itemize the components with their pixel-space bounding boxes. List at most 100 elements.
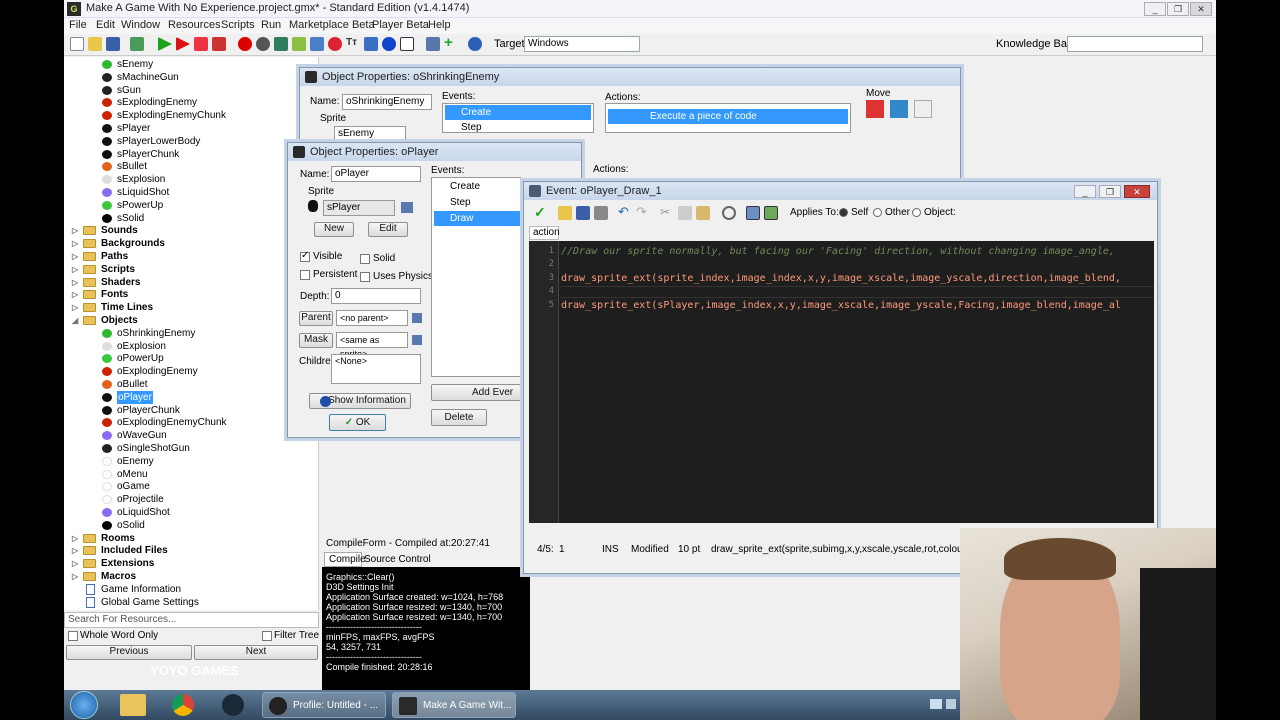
mask-button[interactable]: Mask — [299, 333, 333, 348]
shader-icon[interactable] — [328, 37, 342, 51]
object-icon[interactable] — [382, 37, 396, 51]
extension-add-icon[interactable]: + — [444, 35, 458, 51]
expand-arrow-icon[interactable]: ▷ — [72, 301, 78, 314]
path-icon[interactable] — [292, 37, 306, 51]
mask-browse-icon[interactable] — [412, 335, 422, 345]
menu-player-beta[interactable]: Player Beta — [372, 19, 429, 31]
background-icon[interactable] — [274, 37, 288, 51]
target-select[interactable]: Windows — [524, 36, 640, 52]
persistent-checkbox[interactable] — [300, 270, 310, 280]
load-icon[interactable] — [558, 206, 572, 220]
ok-check-icon[interactable]: ✓ — [534, 205, 548, 220]
uses-physics-checkbox[interactable] — [360, 272, 370, 282]
room-icon[interactable] — [400, 37, 414, 51]
event-step[interactable]: Step — [445, 120, 482, 135]
task-gamemaker[interactable]: Make A Game Wit... — [392, 692, 516, 718]
solid-checkbox[interactable] — [360, 254, 370, 264]
redo-icon[interactable]: ↷ — [636, 205, 650, 220]
delete-event-button[interactable]: Delete — [431, 409, 487, 426]
task-profile[interactable]: Profile: Untitled - ... — [262, 692, 386, 718]
tab-source-control[interactable]: Source Control — [364, 553, 431, 566]
menu-file[interactable]: File — [69, 19, 87, 31]
editor-maximize-button[interactable]: ❐ — [1099, 185, 1121, 198]
menu-window[interactable]: Window — [121, 19, 160, 31]
parent-field[interactable]: <no parent> — [336, 310, 408, 326]
whole-word-option[interactable]: Whole Word Only — [66, 630, 186, 642]
children-list[interactable]: <None> — [331, 354, 421, 384]
expand-arrow-icon[interactable]: ▷ — [72, 544, 78, 557]
run-icon[interactable] — [158, 37, 172, 51]
menu-run[interactable]: Run — [261, 19, 281, 31]
start-button[interactable] — [70, 691, 98, 719]
open-folder-icon[interactable] — [88, 37, 102, 51]
move-free-icon[interactable] — [890, 100, 908, 118]
menu-help[interactable]: Help — [428, 19, 451, 31]
copy-icon[interactable] — [678, 206, 692, 220]
menu-edit[interactable]: Edit — [96, 19, 115, 31]
sprite-field[interactable]: sEnemy — [334, 126, 406, 142]
edit-sprite-button[interactable]: Edit — [368, 222, 408, 237]
code-line[interactable]: draw_sprite_ext(sPlayer,image_index,x,y,… — [561, 300, 1121, 311]
code-line[interactable]: //Draw our sprite normally, but facing o… — [561, 246, 1115, 257]
parent-button[interactable]: Parent — [299, 311, 333, 326]
file-explorer-icon[interactable] — [120, 694, 146, 716]
tray-network-icon[interactable] — [930, 699, 942, 709]
expand-arrow-icon[interactable]: ▷ — [72, 263, 78, 276]
paste-icon[interactable] — [696, 206, 710, 220]
mask-field[interactable]: <same as sprite> — [336, 332, 408, 359]
expand-arrow-icon[interactable]: ▷ — [72, 224, 78, 237]
event-step[interactable]: Step — [434, 195, 471, 210]
add-event-button[interactable]: Add Ever — [431, 384, 521, 401]
knowledge-base-input[interactable] — [1067, 36, 1203, 52]
script-icon[interactable] — [310, 37, 324, 51]
expand-arrow-icon[interactable]: ▷ — [72, 570, 78, 583]
sprite-field[interactable]: sPlayer — [323, 200, 395, 216]
menu-marketplace-beta[interactable]: Marketplace Beta — [289, 19, 375, 31]
save-icon[interactable] — [106, 37, 120, 51]
name-field[interactable]: oPlayer — [331, 166, 421, 182]
menu-resources[interactable]: Resources — [168, 19, 221, 31]
event-create[interactable]: Create — [434, 179, 480, 194]
editor-close-button[interactable]: ✕ — [1124, 185, 1150, 198]
next-button[interactable]: Next — [194, 645, 318, 660]
tab-compile[interactable]: Compile — [324, 552, 366, 567]
expand-arrow-icon[interactable]: ▷ — [72, 557, 78, 570]
other-radio[interactable] — [873, 208, 882, 217]
game-settings-icon[interactable] — [426, 37, 440, 51]
tab-action[interactable]: action — [529, 226, 560, 240]
chrome-icon[interactable] — [172, 694, 194, 716]
expand-arrow-icon[interactable]: ▷ — [72, 276, 78, 289]
show-information-button[interactable]: Show Information — [309, 393, 411, 409]
name-field[interactable]: oShrinkingEnemy — [342, 94, 432, 110]
sound-icon[interactable] — [256, 37, 270, 51]
resource-tree[interactable]: sEnemy sMachineGun sGun sExplodingEnemy sExp… — [64, 57, 319, 610]
clean-icon[interactable] — [212, 37, 226, 51]
collapse-arrow-icon[interactable]: ◢ — [72, 314, 78, 327]
editor-minimize-button[interactable]: _ — [1074, 185, 1096, 198]
object-radio[interactable] — [912, 208, 921, 217]
code-line[interactable]: draw_sprite_ext(sprite_index,image_index… — [561, 273, 1121, 284]
create-executable-icon[interactable] — [130, 37, 144, 51]
profile-icon[interactable] — [194, 37, 208, 51]
new-project-icon[interactable] — [70, 37, 84, 51]
search-resources-input[interactable]: Search For Resources... — [64, 612, 319, 628]
visible-checkbox[interactable]: ✓ — [300, 250, 310, 262]
filter-tree-option[interactable]: Filter Tree — [260, 630, 320, 642]
move-fixed-icon[interactable] — [866, 100, 884, 118]
expand-arrow-icon[interactable]: ▷ — [72, 288, 78, 301]
action-execute-code[interactable]: Execute a piece of code — [608, 109, 848, 124]
maximize-button[interactable]: ❐ — [1167, 2, 1189, 16]
self-radio[interactable] — [839, 208, 848, 217]
expand-arrow-icon[interactable]: ▷ — [72, 250, 78, 263]
sprite-browse-icon[interactable] — [401, 202, 413, 213]
help-icon[interactable] — [468, 37, 482, 51]
depth-field[interactable]: 0 — [331, 288, 421, 304]
actions-list[interactable]: Execute a piece of code — [605, 103, 851, 133]
find-icon[interactable] — [722, 206, 736, 220]
expand-arrow-icon[interactable]: ▷ — [72, 532, 78, 545]
events-list[interactable]: Create Step Draw — [431, 177, 521, 377]
expand-arrow-icon[interactable]: ▷ — [72, 237, 78, 250]
timeline-icon[interactable] — [364, 37, 378, 51]
minimize-button[interactable]: _ — [1144, 2, 1166, 16]
new-sprite-button[interactable]: New — [314, 222, 354, 237]
